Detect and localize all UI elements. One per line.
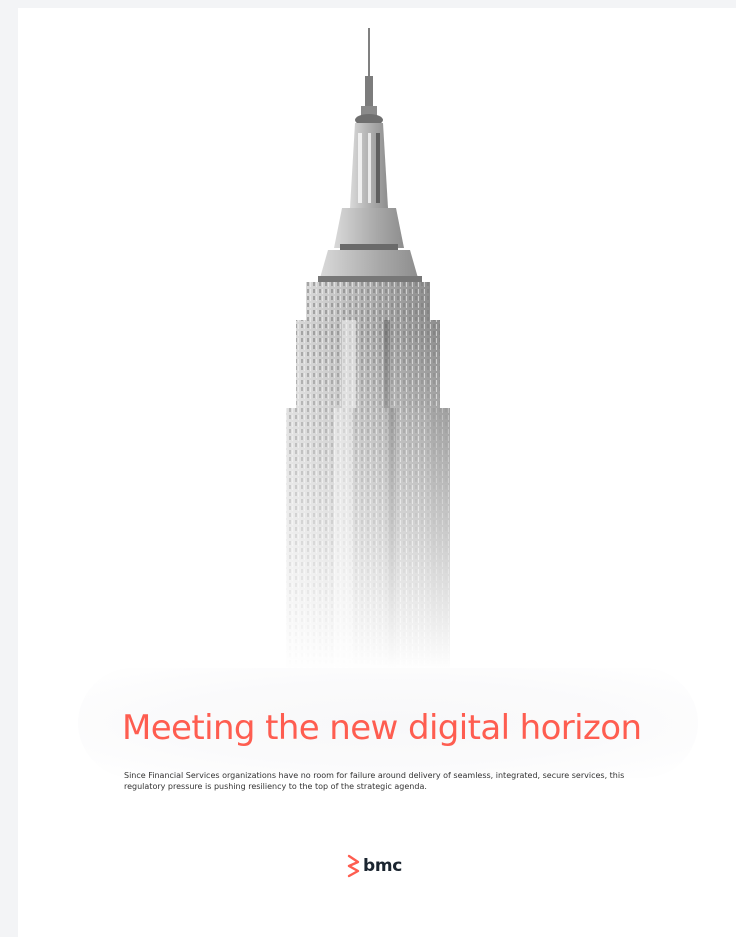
skyscraper-image: [18, 8, 736, 728]
logo-wordmark: bmc: [363, 856, 403, 876]
document-viewer: Meeting the new digital horizon Since Fi…: [0, 0, 736, 937]
bmc-chevron-icon: [347, 854, 360, 878]
document-title: Meeting the new digital horizon: [122, 708, 642, 748]
intro-paragraph: Since Financial Services organizations h…: [124, 771, 625, 791]
bmc-logo: bmc: [347, 853, 402, 879]
document-page: Meeting the new digital horizon Since Fi…: [18, 8, 736, 937]
